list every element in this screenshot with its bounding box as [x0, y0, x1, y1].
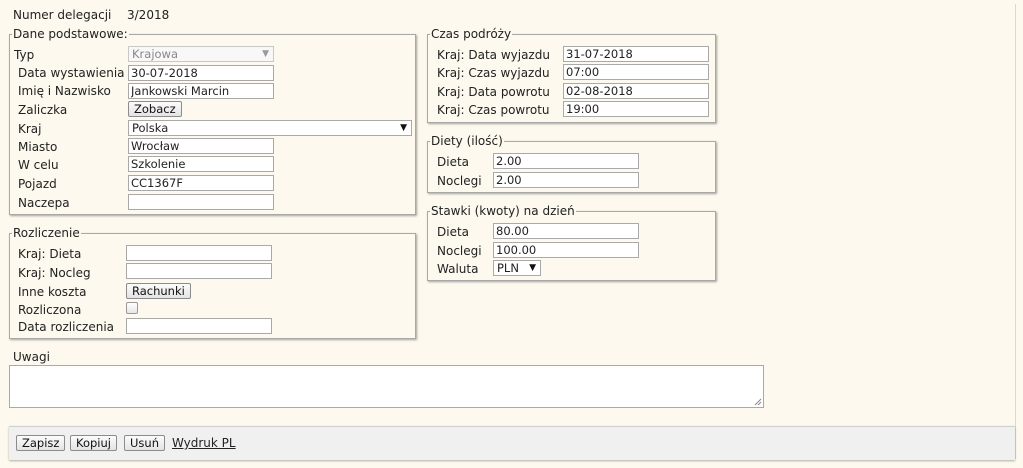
delegation-number-label: Numer delegacji: [13, 8, 112, 22]
rates-lodging-input[interactable]: [493, 242, 639, 258]
trailer-label: Naczepa: [18, 196, 70, 210]
country-label: Kraj: [18, 122, 42, 136]
trailer-input[interactable]: [128, 194, 274, 210]
name-label: Imię i Nazwisko: [18, 84, 111, 98]
vehicle-input[interactable]: [128, 175, 274, 191]
settlement-lodging-label: Kraj: Nocleg: [18, 266, 91, 280]
settled-checkbox[interactable]: [126, 302, 138, 314]
advance-view-button[interactable]: Zobacz: [128, 101, 182, 117]
settled-label: Rozliczona: [18, 303, 82, 317]
currency-select[interactable]: PLN ▼: [493, 260, 541, 276]
chevron-down-icon: ▼: [400, 123, 407, 133]
departure-date-input[interactable]: [563, 46, 709, 62]
departure-date-label: Kraj: Data wyjazdu: [437, 48, 550, 62]
departure-time-label: Kraj: Czas wyjazdu: [437, 66, 550, 80]
return-time-label: Kraj: Czas powrotu: [437, 103, 550, 117]
save-button[interactable]: Zapisz: [16, 435, 66, 451]
type-select-value: Krajowa: [132, 47, 178, 61]
advance-label: Zaliczka: [18, 103, 68, 117]
issue-date-input[interactable]: [128, 65, 274, 81]
action-bar: Zapisz Kopiuj Usuń Wydruk PL: [9, 426, 1015, 460]
rates-legend: Stawki (kwoty) na dzień: [430, 203, 576, 219]
travel-time-fieldset: Czas podróży Kraj: Data wyjazdu Kraj: Cz…: [427, 26, 716, 123]
type-select: Krajowa ▼: [128, 46, 274, 62]
country-select-value: Polska: [132, 121, 169, 135]
name-input[interactable]: [128, 83, 274, 99]
settlement-legend: Rozliczenie: [12, 225, 81, 241]
diets-lodging-input[interactable]: [493, 172, 639, 188]
issue-date-label: Data wystawienia: [18, 66, 125, 80]
basic-data-fieldset: Dane podstawowe: Typ Krajowa ▼ Data wyst…: [9, 26, 416, 215]
departure-time-input[interactable]: [563, 64, 709, 80]
rates-diet-input[interactable]: [493, 223, 639, 239]
vehicle-label: Pojazd: [18, 177, 57, 191]
rates-diet-label: Dieta: [437, 225, 470, 239]
settlement-diet-label: Kraj: Dieta: [18, 247, 82, 261]
diets-count-legend: Diety (ilość): [430, 133, 504, 149]
delete-button[interactable]: Usuń: [124, 435, 165, 451]
page-edge: [1015, 4, 1016, 459]
rates-fieldset: Stawki (kwoty) na dzień Dieta Noclegi Wa…: [427, 203, 716, 281]
rates-lodging-label: Noclegi: [437, 244, 482, 258]
settle-date-label: Data rozliczenia: [18, 320, 115, 334]
resize-handle-icon[interactable]: [754, 398, 762, 406]
basic-data-legend: Dane podstawowe:: [12, 26, 129, 42]
notes-label: Uwagi: [13, 350, 50, 364]
diets-count-fieldset: Diety (ilość) Dieta Noclegi: [427, 133, 716, 193]
settlement-diet-input[interactable]: [126, 245, 272, 261]
type-label: Typ: [14, 48, 35, 62]
currency-label: Waluta: [437, 262, 479, 276]
delegation-number-value: 3/2018: [127, 8, 170, 22]
chevron-down-icon: ▼: [529, 263, 536, 273]
other-costs-label: Inne koszta: [18, 285, 87, 299]
diets-diet-input[interactable]: [493, 153, 639, 169]
travel-time-legend: Czas podróży: [430, 26, 513, 42]
return-date-label: Kraj: Data powrotu: [437, 85, 550, 99]
bills-button[interactable]: Rachunki: [126, 283, 191, 299]
purpose-input[interactable]: [128, 156, 274, 172]
settlement-lodging-input[interactable]: [126, 263, 272, 279]
diets-lodging-label: Noclegi: [437, 174, 482, 188]
country-select[interactable]: Polska ▼: [128, 120, 412, 136]
notes-textarea[interactable]: [9, 365, 764, 408]
city-input[interactable]: [128, 138, 274, 154]
return-time-input[interactable]: [563, 101, 709, 117]
city-label: Miasto: [18, 140, 58, 154]
diets-diet-label: Dieta: [437, 155, 470, 169]
currency-select-value: PLN: [497, 261, 519, 275]
settle-date-input[interactable]: [126, 318, 272, 334]
settlement-fieldset: Rozliczenie Kraj: Dieta Kraj: Nocleg Inn…: [9, 225, 416, 339]
return-date-input[interactable]: [563, 83, 709, 99]
chevron-down-icon: ▼: [262, 49, 269, 59]
copy-button[interactable]: Kopiuj: [70, 435, 117, 451]
print-pl-link[interactable]: Wydruk PL: [172, 435, 236, 451]
purpose-label: W celu: [18, 158, 59, 172]
